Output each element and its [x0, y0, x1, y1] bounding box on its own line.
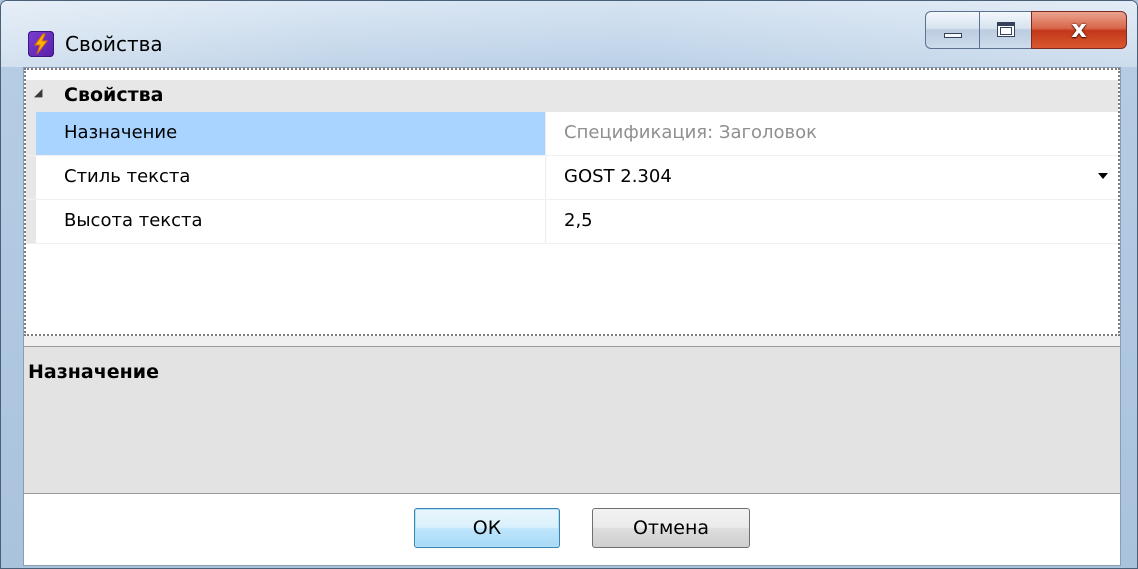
cancel-button[interactable]: Отмена: [592, 508, 750, 548]
property-value: GOST 2.304: [564, 166, 672, 187]
property-name: Высота текста: [64, 210, 203, 231]
description-title: Назначение: [28, 361, 159, 383]
window-title: Свойства: [65, 32, 163, 56]
lightning-icon: [28, 31, 54, 57]
maximize-button[interactable]: [979, 11, 1031, 49]
properties-dialog: Свойства x ◢ Свойства Назначение Специфи…: [0, 0, 1138, 569]
close-icon: x: [1071, 15, 1087, 43]
property-value-dropdown[interactable]: GOST 2.304: [546, 156, 1118, 199]
maximize-icon: [997, 22, 1015, 37]
property-name: Стиль текста: [64, 166, 191, 187]
property-row-text-style[interactable]: Стиль текста GOST 2.304: [26, 156, 1118, 200]
property-row-purpose[interactable]: Назначение Спецификация: Заголовок: [26, 112, 1118, 156]
property-grid[interactable]: ◢ Свойства Назначение Спецификация: Заго…: [24, 68, 1120, 336]
property-name: Назначение: [64, 122, 178, 143]
ok-button[interactable]: ОК: [414, 508, 560, 548]
property-name-cell[interactable]: Стиль текста: [36, 156, 546, 199]
property-name-cell[interactable]: Высота текста: [36, 200, 546, 243]
title-bar[interactable]: Свойства x: [1, 1, 1137, 67]
category-row[interactable]: ◢ Свойства: [26, 80, 1118, 112]
row-gutter: [26, 112, 36, 155]
minimize-button[interactable]: [925, 11, 979, 49]
row-gutter: [26, 200, 36, 243]
collapse-triangle-icon[interactable]: ◢: [34, 86, 42, 99]
client-area: ◢ Свойства Назначение Спецификация: Заго…: [23, 67, 1121, 566]
dropdown-arrow-icon[interactable]: [1098, 173, 1108, 179]
button-bar: ОК Отмена: [24, 494, 1120, 565]
row-gutter: [26, 156, 36, 199]
property-value: Спецификация: Заголовок: [564, 122, 817, 143]
minimize-icon: [944, 33, 962, 38]
property-value-input[interactable]: 2,5: [546, 200, 1118, 243]
caption-buttons: x: [925, 11, 1127, 51]
property-row-text-height[interactable]: Высота текста 2,5: [26, 200, 1118, 244]
close-button[interactable]: x: [1031, 11, 1127, 49]
category-label: Свойства: [64, 84, 164, 106]
description-pane: Назначение: [24, 346, 1120, 494]
property-name-cell[interactable]: Назначение: [36, 112, 546, 155]
property-value-cell: Спецификация: Заголовок: [546, 112, 1118, 155]
property-value: 2,5: [564, 210, 593, 231]
